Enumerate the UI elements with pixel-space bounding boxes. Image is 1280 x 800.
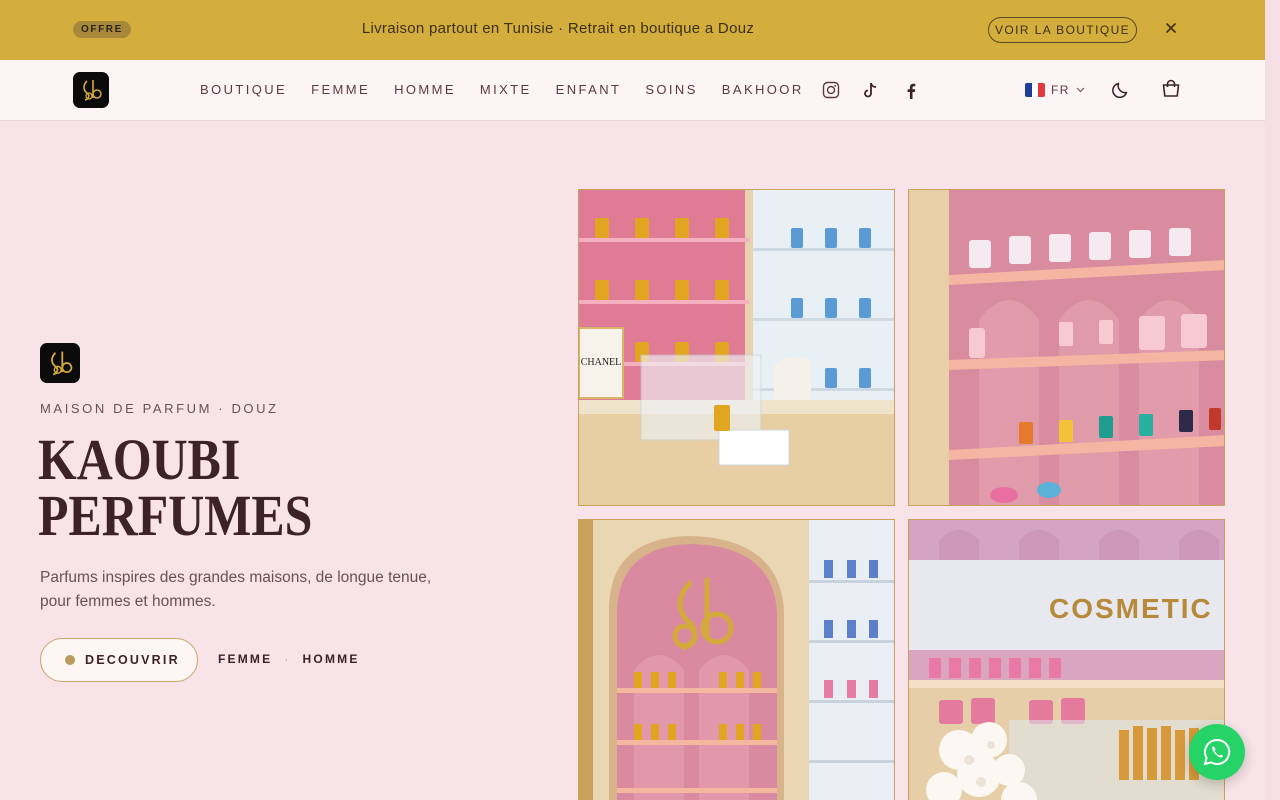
tiktok-icon[interactable]: [861, 80, 881, 100]
main-nav: BOUTIQUE FEMME HOMME MIXTE ENFANT SOINS …: [0, 60, 1265, 121]
shopping-bag-icon[interactable]: [1161, 79, 1181, 99]
moon-icon[interactable]: [1111, 80, 1131, 100]
gallery-photo-arch-logo[interactable]: [578, 519, 895, 800]
gallery-photo-shelves-counter[interactable]: CHANEL: [578, 189, 895, 506]
view-shop-button[interactable]: VOIR LA BOUTIQUE: [988, 17, 1137, 43]
brand-logo[interactable]: [73, 72, 109, 108]
scrollbar-track[interactable]: [1265, 0, 1280, 800]
language-label: FR: [1051, 83, 1070, 97]
hero-eyebrow: MAISON DE PARFUM · DOUZ: [40, 401, 279, 416]
link-separator: ·: [284, 652, 291, 666]
link-homme[interactable]: HOMME: [303, 652, 360, 666]
chanel-display-label: CHANEL: [581, 357, 622, 368]
facebook-icon[interactable]: [901, 81, 921, 101]
hero-logo: [40, 343, 80, 383]
nav-links: BOUTIQUE FEMME HOMME MIXTE ENFANT SOINS …: [200, 81, 828, 99]
hero-category-links: FEMME · HOMME: [218, 652, 360, 666]
link-femme[interactable]: FEMME: [218, 652, 272, 666]
gallery-photo-pink-shelves[interactable]: [908, 189, 1225, 506]
bullet-dot-icon: [65, 655, 75, 665]
promo-message: Livraison partout en Tunisie · Retrait e…: [361, 20, 755, 37]
language-selector[interactable]: FR: [1025, 81, 1085, 99]
nav-link-boutique[interactable]: BOUTIQUE: [200, 81, 287, 99]
title-line-1: KAOUBI: [38, 427, 241, 492]
page-title: KAOUBI PERFUMES: [38, 427, 399, 548]
instagram-icon[interactable]: [821, 80, 841, 100]
nav-link-mixte[interactable]: MIXTE: [480, 81, 532, 99]
chevron-down-icon: [1076, 87, 1085, 93]
nav-link-enfant[interactable]: ENFANT: [556, 81, 622, 99]
close-icon[interactable]: [1162, 20, 1180, 40]
gallery-photo-cosmetic-counter[interactable]: COSMETIC: [908, 519, 1225, 800]
whatsapp-chat-button[interactable]: [1189, 724, 1245, 780]
discover-button[interactable]: DECOUVRIR: [40, 638, 198, 682]
promo-bar: OFFRE Livraison partout en Tunisie · Ret…: [0, 0, 1265, 60]
whatsapp-icon: [1203, 738, 1231, 766]
discover-label: DECOUVRIR: [85, 653, 180, 667]
nav-link-femme[interactable]: FEMME: [311, 81, 370, 99]
title-line-2: PERFUMES: [38, 483, 313, 548]
nav-link-bakhoor[interactable]: BAKHOOR: [722, 81, 804, 99]
cosmetic-sign-text: COSMETIC: [1049, 593, 1213, 624]
france-flag-icon: [1025, 83, 1045, 97]
nav-link-homme[interactable]: HOMME: [394, 81, 456, 99]
hero-description: Parfums inspires des grandes maisons, de…: [40, 569, 432, 610]
nav-link-soins[interactable]: SOINS: [645, 81, 697, 99]
